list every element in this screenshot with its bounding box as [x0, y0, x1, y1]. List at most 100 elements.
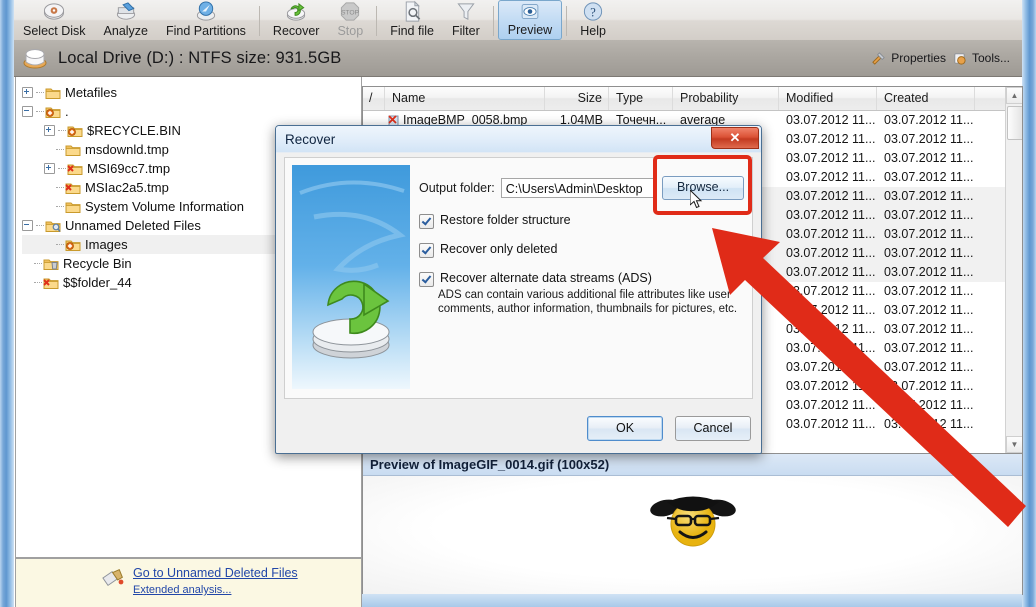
folder-deleted-icon: [45, 107, 61, 118]
column-header-created[interactable]: Created: [877, 87, 975, 110]
cell-modified: 03.07.2012 11...: [786, 417, 876, 431]
checkbox-restore-folder-structure[interactable]: Restore folder structure: [419, 213, 744, 229]
scrollbar-up-arrow[interactable]: ▲: [1006, 87, 1022, 104]
drive-title: Local Drive (D:) : NTFS size: 931.5GB: [58, 48, 342, 67]
tree-connector: [36, 110, 44, 113]
column-header-modified[interactable]: Modified: [779, 87, 877, 110]
main-toolbar: Select Disk Analyze Find Partitions Reco…: [14, 0, 1022, 41]
tree-toggle-spacer: [44, 183, 53, 192]
tree-connector: [56, 186, 64, 189]
column-header-probability[interactable]: Probability: [673, 87, 779, 110]
tree-item[interactable]: Metafiles: [22, 83, 361, 102]
tree-item-label: $RECYCLE.BIN: [87, 123, 181, 138]
cell-created: 03.07.2012 11...: [884, 246, 974, 260]
toolbar-label: Select Disk: [23, 24, 86, 38]
status-inner: Go to Unnamed Deleted Files Extended ana…: [16, 559, 361, 596]
cell-created: 03.07.2012 11...: [884, 379, 974, 393]
preview-pane: Preview of ImageGIF_0014.gif (100x52): [362, 453, 1023, 595]
tree-item-label: Unnamed Deleted Files: [65, 218, 201, 233]
checkbox-recover-only-deleted[interactable]: Recover only deleted: [419, 242, 744, 258]
output-folder-input[interactable]: C:\Users\Admin\Desktop: [500, 178, 656, 198]
dialog-titlebar[interactable]: Recover ✕: [276, 126, 761, 152]
status-links: Go to Unnamed Deleted Files Extended ana…: [133, 566, 298, 596]
wrench-icon: [872, 51, 886, 65]
output-folder-label: Output folder:: [419, 181, 495, 195]
analyze-icon: [116, 2, 135, 20]
folder-deleted-icon: [65, 240, 81, 251]
cell-created: 03.07.2012 11...: [884, 398, 974, 412]
toolbar-button-help[interactable]: ? Help: [571, 0, 615, 40]
tree-expand-icon[interactable]: [44, 163, 55, 174]
tools-button[interactable]: Tools...: [952, 51, 1010, 66]
recover-icon: [287, 2, 306, 21]
smiley-preview-image: [649, 496, 736, 547]
ok-button[interactable]: OK: [587, 416, 663, 441]
cell-created: 03.07.2012 11...: [884, 189, 974, 203]
tree-toggle-spacer: [44, 202, 53, 211]
toolbar-button-find-partitions[interactable]: Find Partitions: [157, 0, 255, 40]
toolbar-button-filter[interactable]: Filter: [443, 0, 489, 40]
cell-modified: 03.07.2012 11...: [786, 132, 876, 146]
toolbar-button-preview[interactable]: Preview: [497, 0, 563, 40]
ads-description-line-1: ADS can contain various additional file …: [438, 289, 731, 301]
tree-collapse-icon[interactable]: [22, 106, 33, 117]
folder-red-icon: [65, 181, 81, 195]
cancel-button[interactable]: Cancel: [675, 416, 751, 441]
folder-icon: [45, 86, 61, 100]
cell-modified: 03.07.2012 11...: [786, 170, 876, 184]
toolbar-label: Preview: [507, 23, 553, 37]
toolbar-button-find-file[interactable]: Find file: [381, 0, 443, 40]
folder-red-icon: [67, 162, 83, 176]
checkbox-icon[interactable]: [419, 214, 434, 229]
folder-search-icon: [45, 219, 61, 233]
tree-item-label: Recycle Bin: [63, 256, 132, 271]
window-frame-right-edge: [1022, 0, 1036, 607]
checkbox-recover-ads[interactable]: Recover alternate data streams (ADS): [419, 271, 744, 287]
toolbar-button-analyze[interactable]: Analyze: [95, 0, 157, 40]
scrollbar-down-arrow[interactable]: ▼: [1006, 436, 1022, 453]
toolbar-label: Analyze: [103, 24, 149, 38]
find-file-icon: [405, 0, 421, 22]
cell-modified: 03.07.2012 11...: [786, 246, 876, 260]
extended-analysis-link[interactable]: Extended analysis...: [133, 584, 298, 596]
tree-connector: [56, 205, 64, 208]
tree-connector: [36, 224, 44, 227]
dialog-title: Recover: [285, 131, 336, 147]
tree-expand-icon[interactable]: [44, 125, 55, 136]
go-to-unnamed-deleted-files-link[interactable]: Go to Unnamed Deleted Files: [133, 566, 298, 580]
file-list-scrollbar[interactable]: ▲ ▼: [1005, 87, 1022, 453]
toolbar-separator-1: [258, 6, 260, 36]
toolbar-button-select-disk[interactable]: Select Disk: [14, 0, 95, 40]
tree-connector: [56, 243, 64, 246]
column-header-size[interactable]: Size: [545, 87, 609, 110]
tools-label: Tools...: [971, 51, 1010, 65]
toolbar-label: Help: [580, 24, 606, 38]
tree-item-label: System Volume Information: [85, 199, 244, 214]
dialog-close-button[interactable]: ✕: [711, 127, 759, 149]
column-header-type[interactable]: Type: [609, 87, 673, 110]
tree-item-label: .: [65, 104, 69, 119]
recycle-bin-icon: [43, 259, 59, 270]
find-partitions-icon: [196, 1, 216, 21]
tree-connector: [34, 281, 42, 284]
checkbox-icon[interactable]: [419, 272, 434, 287]
folder-deleted-icon: [67, 124, 83, 138]
app-root: Select Disk Analyze Find Partitions Reco…: [0, 0, 1036, 607]
stop-icon: STOP: [341, 2, 360, 21]
tree-item[interactable]: .: [22, 102, 361, 121]
toolbar-button-recover[interactable]: Recover: [264, 0, 329, 40]
cell-created: 03.07.2012 11...: [884, 284, 974, 298]
properties-button[interactable]: Properties: [871, 51, 946, 66]
tree-item-label: $$folder_44: [63, 275, 132, 290]
preview-image-area: [363, 476, 1022, 594]
column-header-name[interactable]: Name: [385, 87, 545, 110]
tree-collapse-icon[interactable]: [22, 220, 33, 231]
scrollbar-thumb[interactable]: [1007, 106, 1022, 140]
checkbox-icon[interactable]: [419, 243, 434, 258]
column-header-index[interactable]: /: [363, 87, 385, 110]
cell-modified: 03.07.2012 11...: [786, 341, 876, 355]
folder-red-icon: [43, 278, 59, 289]
recycle-bin-icon: [43, 257, 59, 271]
bottom-aero-strip: [362, 594, 1022, 607]
tree-expand-icon[interactable]: [22, 87, 33, 98]
